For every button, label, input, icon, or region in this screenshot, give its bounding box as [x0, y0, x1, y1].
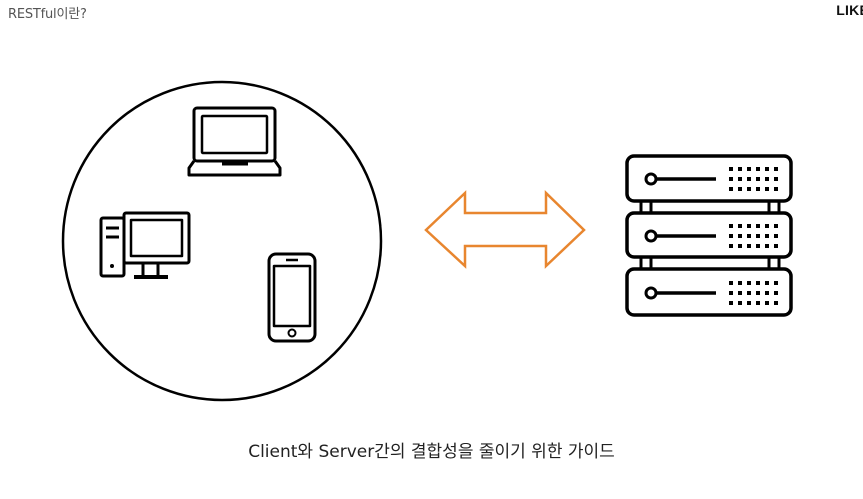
laptop-icon — [187, 106, 282, 177]
diagram — [61, 80, 793, 402]
diagram-caption: Client와 Server간의 결합성을 줄이기 위한 가이드 — [248, 442, 615, 462]
double-arrow-icon — [424, 190, 586, 269]
client-group-circle — [61, 80, 383, 402]
desktop-pc-icon — [99, 211, 191, 279]
slide: RESTful이란? LIKE — [0, 0, 863, 499]
smartphone-icon — [267, 252, 317, 343]
server-rack-icon — [625, 154, 793, 317]
server-vents — [729, 167, 778, 305]
